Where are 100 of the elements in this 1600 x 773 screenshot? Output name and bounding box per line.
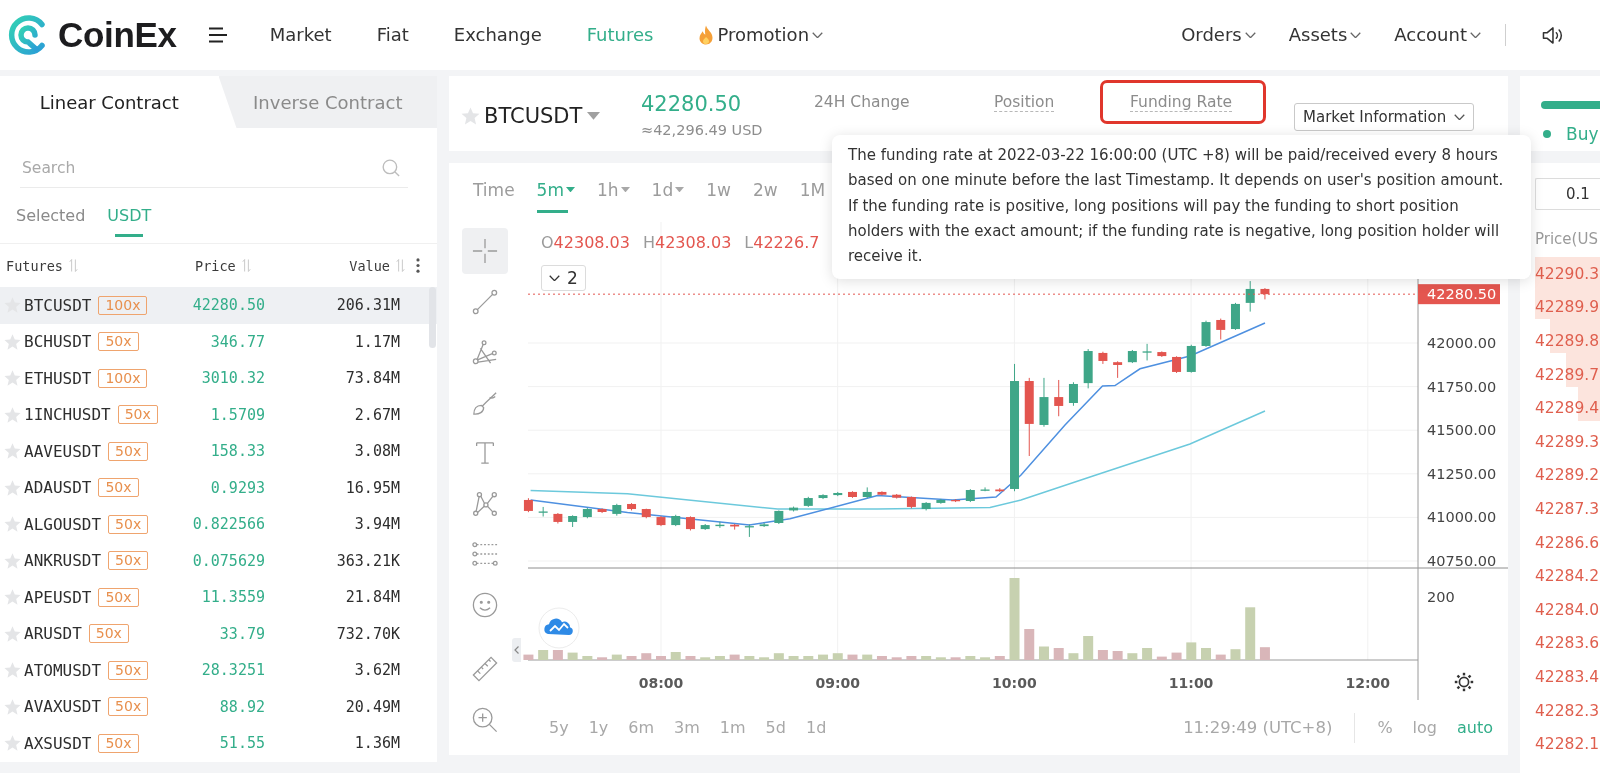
leverage-badge: 50x xyxy=(98,478,139,498)
price-axis-label: 41250.00 xyxy=(1427,465,1497,482)
star-icon[interactable] xyxy=(4,406,21,423)
star-icon[interactable] xyxy=(461,106,480,125)
column-header[interactable]: Futures xyxy=(0,257,78,274)
column-header[interactable]: Value xyxy=(349,257,405,274)
star-icon[interactable] xyxy=(4,370,21,387)
nav-link[interactable]: Orders xyxy=(1181,23,1256,47)
trend-line-icon xyxy=(472,288,498,315)
last-price-tag: 42280.50 xyxy=(1418,284,1500,305)
indicator-toggle[interactable]: 2 xyxy=(541,265,586,291)
nav-link[interactable]: Market xyxy=(269,23,332,47)
ask-price: 42284.2 xyxy=(1535,567,1600,586)
column-header[interactable]: Price xyxy=(180,257,251,274)
symbol-name: ANKRUSDT xyxy=(24,551,102,571)
time-axis-label: 09:00 xyxy=(815,675,860,691)
value-text: 732.70K xyxy=(336,624,400,643)
value-text: 2.67M xyxy=(354,405,400,424)
leverage-badge: 50x xyxy=(108,441,149,461)
star-icon[interactable] xyxy=(4,662,21,679)
price-text: 11.3559 xyxy=(201,588,265,607)
symbol-name: ALGOUSDT xyxy=(24,514,102,534)
ask-price: 42284.0 xyxy=(1535,600,1600,619)
ohlc-label: H xyxy=(642,233,655,253)
cloud-logo-icon[interactable] xyxy=(538,607,580,649)
ask-price: 42289.3 xyxy=(1535,432,1600,451)
star-icon[interactable] xyxy=(4,735,21,752)
scrollbar[interactable] xyxy=(429,287,436,348)
symbol-name: APEUSDT xyxy=(24,587,92,607)
zoom-in-icon xyxy=(472,706,498,733)
ask-price: 42283.4 xyxy=(1535,667,1600,686)
symbol-name: ADAUSDT xyxy=(24,478,92,498)
time-axis-label: 12:00 xyxy=(1345,675,1391,691)
chevron-left-icon xyxy=(514,646,519,654)
search-field[interactable]: Search xyxy=(20,148,408,188)
tool-button[interactable] xyxy=(462,228,508,274)
symbol-name: AVAXUSDT xyxy=(24,697,102,717)
last-price: 42280.50 xyxy=(641,92,743,116)
price-text: 51.55 xyxy=(219,734,265,753)
logo-wordmark: CoinEx xyxy=(58,15,177,55)
leverage-badge: 50x xyxy=(108,697,149,717)
ohlc-value: 42308.03 xyxy=(654,233,732,253)
value-text: 3.08M xyxy=(354,442,400,461)
chevron-down-icon xyxy=(549,274,560,282)
stat-label: 24H Change xyxy=(814,93,910,112)
time-axis-label: 08:00 xyxy=(638,675,684,691)
speaker-icon[interactable] xyxy=(1542,25,1563,45)
settings-icon[interactable] xyxy=(1454,672,1474,692)
star-icon[interactable] xyxy=(4,516,21,533)
nav-link[interactable]: Promotion xyxy=(698,23,824,47)
ohlc-label: O xyxy=(541,233,554,253)
volume-axis-label: 200 xyxy=(1427,589,1455,605)
star-icon[interactable] xyxy=(4,443,21,460)
price-text: 42280.50 xyxy=(192,296,265,315)
time-axis-label: 11:00 xyxy=(1168,675,1214,691)
value-text: 21.84M xyxy=(345,588,400,607)
leverage-badge: 50x xyxy=(108,514,149,534)
collapse-handle[interactable] xyxy=(512,638,521,662)
price-axis-label: 41000.00 xyxy=(1427,509,1497,526)
star-icon[interactable] xyxy=(4,589,21,606)
value-text: 1.17M xyxy=(354,332,400,351)
price-axis-label: 41750.00 xyxy=(1427,378,1497,395)
symbol-name: BCHUSDT xyxy=(24,332,92,352)
price-text: 158.33 xyxy=(210,442,265,461)
sort-icon xyxy=(396,258,405,273)
star-icon[interactable] xyxy=(4,552,21,569)
star-icon[interactable] xyxy=(4,698,21,715)
chevron-down-icon xyxy=(1350,31,1362,39)
nav-link[interactable]: Account xyxy=(1394,23,1481,47)
value-text: 206.31M xyxy=(336,296,400,315)
price-text: 88.92 xyxy=(219,697,265,716)
value-text: 1.36M xyxy=(354,734,400,753)
market-info-dropdown[interactable]: Market Information xyxy=(1294,103,1475,131)
filter-tab[interactable]: Selected xyxy=(16,188,86,243)
more-icon[interactable] xyxy=(416,258,420,273)
leverage-badge: 50x xyxy=(108,660,149,680)
value-text: 20.49M xyxy=(345,697,400,716)
star-icon[interactable] xyxy=(4,625,21,642)
leverage-badge: 50x xyxy=(88,624,129,644)
sort-icon xyxy=(241,258,251,273)
nav-link[interactable]: Assets xyxy=(1288,23,1362,47)
star-icon[interactable] xyxy=(4,479,21,496)
sort-icon xyxy=(68,258,78,273)
market-row[interactable]: BTCUSDT 100x 42280.50 206.31M xyxy=(0,287,437,324)
star-icon[interactable] xyxy=(4,333,21,350)
price-axis-label: 42000.00 xyxy=(1427,335,1497,351)
side-label: Buy xyxy=(1566,124,1599,144)
menu-icon[interactable] xyxy=(207,27,228,43)
chevron-down-icon xyxy=(1454,113,1466,121)
leverage-badge: 50x xyxy=(98,733,139,753)
ratio-bar xyxy=(1541,101,1600,109)
logo-icon xyxy=(8,15,48,55)
symbol-dropdown[interactable]: BTCUSDT xyxy=(484,103,601,129)
nav-link[interactable]: Exchange xyxy=(453,23,542,47)
ohlc-label: L xyxy=(744,233,754,253)
precision-select[interactable]: 0.1 xyxy=(1535,178,1600,210)
value-text: 3.94M xyxy=(354,515,400,534)
ask-price: 42289.9 xyxy=(1535,298,1600,317)
price-axis-label: 40750.00 xyxy=(1427,553,1497,569)
nav-link[interactable]: Fiat xyxy=(376,23,409,47)
